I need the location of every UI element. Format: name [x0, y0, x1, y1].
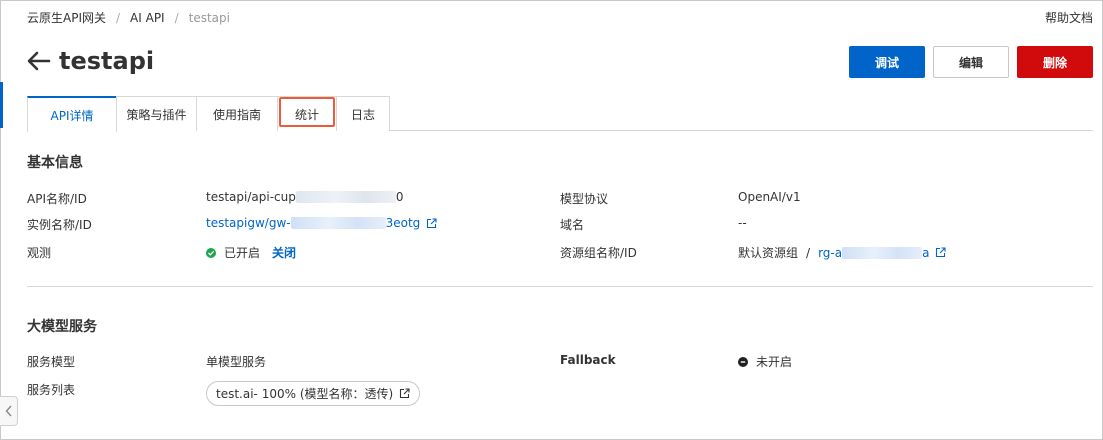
breadcrumb: 云原生API网关 / AI API / testapi — [27, 9, 230, 26]
service-model-label: 服务模型 — [27, 355, 76, 369]
resource-group-label: 资源组名称/ID — [560, 246, 637, 260]
external-link-icon — [935, 247, 947, 258]
edit-button[interactable]: 编辑 — [933, 46, 1009, 78]
service-list-item-text: test.ai- 100% (模型名称：透传) — [216, 387, 394, 401]
tab-bar: API详情 策略与插件 使用指南 统计 日志 — [27, 96, 1093, 132]
api-name-suffix: 0 — [395, 190, 404, 204]
api-name-label: API名称/ID — [27, 192, 87, 206]
redacted-text — [842, 246, 923, 259]
breadcrumb-item-current: testapi — [188, 10, 230, 25]
tab-usage-guide[interactable]: 使用指南 — [196, 96, 278, 131]
observe-disable-link[interactable]: 关闭 — [272, 244, 296, 261]
tab-policies-plugins[interactable]: 策略与插件 — [116, 96, 197, 131]
observe-value: 已开启 关闭 — [206, 244, 296, 261]
external-link-icon — [399, 388, 410, 399]
resource-group-id-prefix: rg-a — [818, 245, 843, 260]
fallback-status: 未开启 — [756, 355, 793, 369]
minus-circle-icon — [738, 356, 748, 367]
tab-statistics[interactable]: 统计 — [277, 96, 337, 131]
basic-info-title: 基本信息 — [27, 155, 83, 171]
api-name-prefix: testapi/api-cup — [206, 190, 296, 204]
redacted-text — [295, 191, 396, 203]
resource-group-link[interactable]: rg-a a — [818, 245, 947, 260]
fallback-value: 未开启 — [738, 353, 792, 370]
service-list-label: 服务列表 — [27, 383, 76, 397]
tab-logs[interactable]: 日志 — [336, 96, 390, 131]
check-circle-icon — [206, 247, 216, 258]
domain-value: -- — [738, 216, 747, 230]
protocol-label: 模型协议 — [560, 192, 609, 206]
delete-button[interactable]: 删除 — [1017, 46, 1093, 78]
help-docs-link[interactable]: 帮助文档 — [1045, 9, 1093, 26]
domain-label: 域名 — [560, 218, 585, 232]
resource-group-value: 默认资源组 / rg-a a — [738, 244, 947, 261]
breadcrumb-item-ai-api[interactable]: AI API — [130, 11, 165, 25]
sidebar-collapse-handle[interactable] — [0, 396, 18, 426]
page-header: testapi — [27, 47, 154, 75]
service-model-value: 单模型服务 — [206, 355, 267, 369]
breadcrumb-separator: / — [116, 10, 121, 25]
instance-suffix: 3eotg — [385, 216, 421, 230]
llm-service-title: 大模型服务 — [27, 319, 97, 335]
instance-label: 实例名称/ID — [27, 218, 92, 232]
resource-group-id-suffix: a — [922, 245, 930, 260]
instance-link[interactable]: testapigw/gw- 3eotg — [206, 216, 437, 230]
external-link-icon — [426, 217, 437, 229]
service-list-item[interactable]: test.ai- 100% (模型名称：透传) — [206, 381, 421, 406]
breadcrumb-item-gateway[interactable]: 云原生API网关 — [27, 9, 106, 26]
left-accent-bar — [0, 82, 3, 128]
section-divider — [27, 286, 1093, 287]
instance-prefix: testapigw/gw- — [206, 216, 291, 230]
resource-group-name: 默认资源组 — [738, 246, 799, 260]
protocol-value: OpenAI/v1 — [738, 190, 801, 204]
debug-button[interactable]: 调试 — [849, 46, 925, 78]
redacted-text — [290, 217, 386, 229]
fallback-label: Fallback — [560, 353, 616, 367]
observe-status: 已开启 — [224, 246, 261, 260]
resource-group-separator: / — [806, 245, 811, 260]
tab-api-details[interactable]: API详情 — [27, 96, 117, 132]
back-button[interactable] — [27, 51, 51, 71]
api-name-value: testapi/api-cup 0 — [206, 190, 404, 204]
arrow-left-icon — [27, 51, 51, 71]
page-title: testapi — [59, 47, 155, 75]
chevron-left-icon — [5, 405, 12, 417]
observe-label: 观测 — [27, 246, 52, 260]
breadcrumb-separator: / — [174, 10, 179, 25]
